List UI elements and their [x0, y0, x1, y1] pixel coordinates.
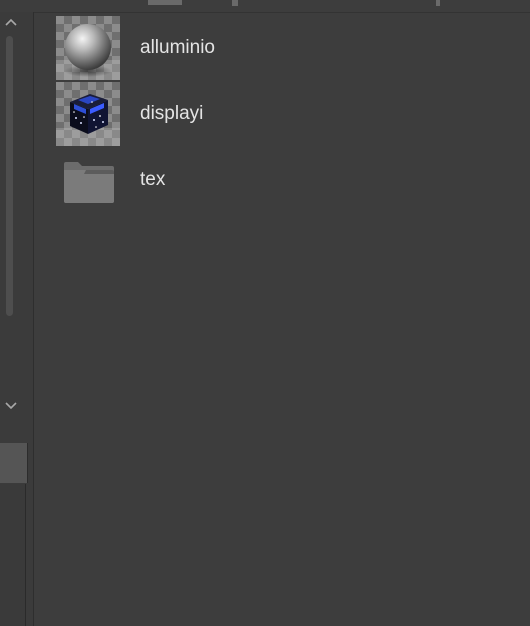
toolbar-fragment	[232, 0, 238, 6]
sphere-thumbnail-icon	[56, 16, 120, 80]
file-name: displayi	[140, 103, 204, 124]
toolbar-fragment	[436, 0, 440, 6]
file-name: tex	[140, 169, 166, 190]
file-item-tex[interactable]: tex	[56, 148, 516, 212]
sidebar-panel-body	[0, 484, 26, 626]
file-item-alluminio[interactable]: alluminio	[56, 16, 516, 80]
scroll-up-button[interactable]	[1, 16, 21, 32]
file-list: alluminio displayi tex	[34, 12, 530, 626]
file-browser-window: alluminio displayi tex	[0, 0, 530, 626]
chevron-up-icon	[5, 18, 17, 26]
cube-thumbnail-icon	[56, 82, 120, 146]
scroll-down-button[interactable]	[1, 400, 21, 416]
toolbar-fragment	[148, 0, 182, 5]
scrollbar-track[interactable]	[6, 36, 13, 316]
chevron-down-icon	[5, 402, 17, 410]
sidebar-panel-header[interactable]	[0, 443, 28, 483]
file-name: alluminio	[140, 37, 215, 58]
folder-icon	[56, 148, 120, 212]
file-item-displayi[interactable]: displayi	[56, 82, 516, 146]
